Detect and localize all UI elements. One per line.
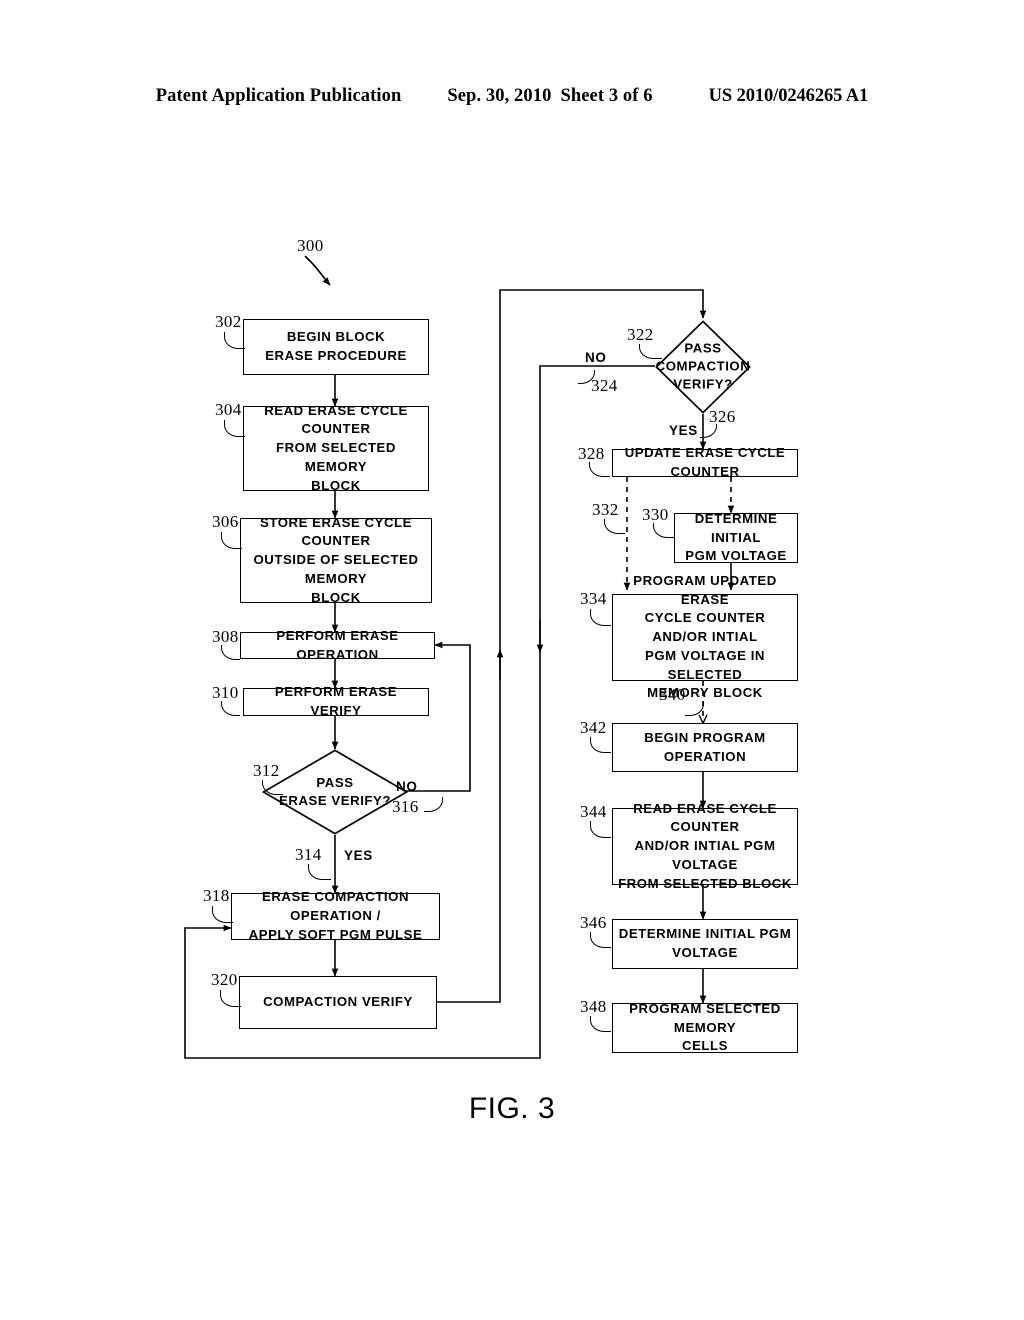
refnum-310: 310 [212,683,239,702]
refnum-330-leader [653,523,674,538]
node-334-label: PROGRAM UPDATED ERASE CYCLE COUNTER AND/O… [633,572,777,701]
refnum-300: 300 [297,236,324,255]
node-322-pass-compaction-verify-decision: PASS COMPACTION VERIFY? [655,320,751,414]
node-318-erase-compaction-operation: ERASE COMPACTION OPERATION / APPLY SOFT P… [231,889,440,942]
refnum-342-leader [590,737,611,753]
node-308-perform-erase-operation: PERFORM ERASE OPERATION [240,628,435,662]
refnum-304: 304 [215,400,242,419]
refnum-340-leader [685,701,704,716]
refnum-310-leader [221,701,240,716]
edge-314-yes-label: YES [344,848,373,863]
node-320-compaction-verify: COMPACTION VERIFY [239,976,437,1029]
refnum-330: 330 [642,505,669,524]
refnum-332-leader [604,519,625,534]
refnum-306: 306 [212,512,239,531]
refnum-322-leader [639,344,662,359]
refnum-322: 322 [627,325,654,344]
node-344-label: READ ERASE CYCLE COUNTER AND/OR INTIAL PG… [618,800,792,891]
refnum-304-leader [224,420,245,437]
refnum-346: 346 [580,913,607,932]
edge-324-no-label: NO [585,350,607,365]
node-304-label: READ ERASE CYCLE COUNTER FROM SELECTED ME… [264,402,408,493]
node-302-begin-block-erase-procedure: BEGIN BLOCK ERASE PROCEDURE [243,319,429,375]
refnum-334: 334 [580,589,607,608]
refnum-344: 344 [580,802,607,821]
node-334-program-updated-erase-cycle-counter: PROGRAM UPDATED ERASE CYCLE COUNTER AND/O… [612,573,798,700]
refnum-346-leader [590,932,611,948]
diamond-shape-322 [655,320,751,414]
diamond-shape-312 [262,749,408,835]
refnum-318-leader [212,906,233,923]
node-342-begin-program-operation: BEGIN PROGRAM OPERATION [612,723,798,772]
node-330-label: DETERMINE INITIAL PGM VOLTAGE [685,510,787,564]
refnum-316-leader [424,797,443,812]
edge-326-yes-label: YES [669,423,698,438]
node-302-label: BEGIN BLOCK ERASE PROCEDURE [265,329,407,363]
node-344-read-erase-cycle-counter-program: READ ERASE CYCLE COUNTER AND/OR INTIAL PG… [612,801,798,891]
refnum-308-leader [221,645,240,660]
refnum-348-leader [590,1016,611,1032]
refnum-324: 324 [591,376,618,395]
refnum-314-leader [308,864,331,880]
node-306-label: STORE ERASE CYCLE COUNTER OUTSIDE OF SELE… [253,514,419,605]
edge-316-no-label: NO [396,779,418,794]
node-312-pass-erase-verify-decision: PASS ERASE VERIFY? [262,749,408,835]
node-346-determine-initial-pgm-voltage-program: DETERMINE INITIAL PGM VOLTAGE [612,919,798,969]
refnum-302-leader [224,332,245,349]
refnum-332: 332 [592,500,619,519]
node-328-update-erase-cycle-counter: UPDATE ERASE CYCLE COUNTER [612,445,798,479]
refnum-348: 348 [580,997,607,1016]
node-308-label: PERFORM ERASE OPERATION [276,627,399,662]
node-318-label: ERASE COMPACTION OPERATION / APPLY SOFT P… [248,889,423,942]
node-310-label: PERFORM ERASE VERIFY [274,684,398,718]
refnum-328-leader [589,462,610,477]
node-348-program-selected-memory-cells: PROGRAM SELECTED MEMORY CELLS [612,1000,798,1054]
node-342-label: BEGIN PROGRAM OPERATION [644,729,766,764]
refnum-306-leader [221,532,242,549]
refnum-320: 320 [211,970,238,989]
refnum-334-leader [590,609,611,626]
node-306-store-erase-cycle-counter: STORE ERASE CYCLE COUNTER OUTSIDE OF SELE… [240,515,432,605]
refnum-320-leader [220,990,241,1007]
node-346-label: DETERMINE INITIAL PGM VOLTAGE [618,926,792,960]
node-348-label: PROGRAM SELECTED MEMORY CELLS [629,1000,781,1054]
figure-caption: FIG. 3 [468,1092,556,1125]
refnum-314: 314 [295,845,322,864]
node-304-read-erase-cycle-counter: READ ERASE CYCLE COUNTER FROM SELECTED ME… [243,403,429,493]
refnum-328: 328 [578,444,605,463]
node-320-label: COMPACTION VERIFY [263,994,413,1010]
refnum-308: 308 [212,627,239,646]
node-330-determine-initial-pgm-voltage: DETERMINE INITIAL PGM VOLTAGE [674,510,798,564]
refnum-302: 302 [215,312,242,331]
refnum-342: 342 [580,718,607,737]
node-328-label: UPDATE ERASE CYCLE COUNTER [624,445,786,479]
refnum-312: 312 [253,761,280,780]
refnum-340: 340 [659,685,686,704]
refnum-318: 318 [203,886,230,905]
refnum-316: 316 [392,797,419,816]
node-310-perform-erase-verify: PERFORM ERASE VERIFY [243,684,429,718]
refnum-344-leader [590,821,611,838]
refnum-326-leader [700,424,717,438]
